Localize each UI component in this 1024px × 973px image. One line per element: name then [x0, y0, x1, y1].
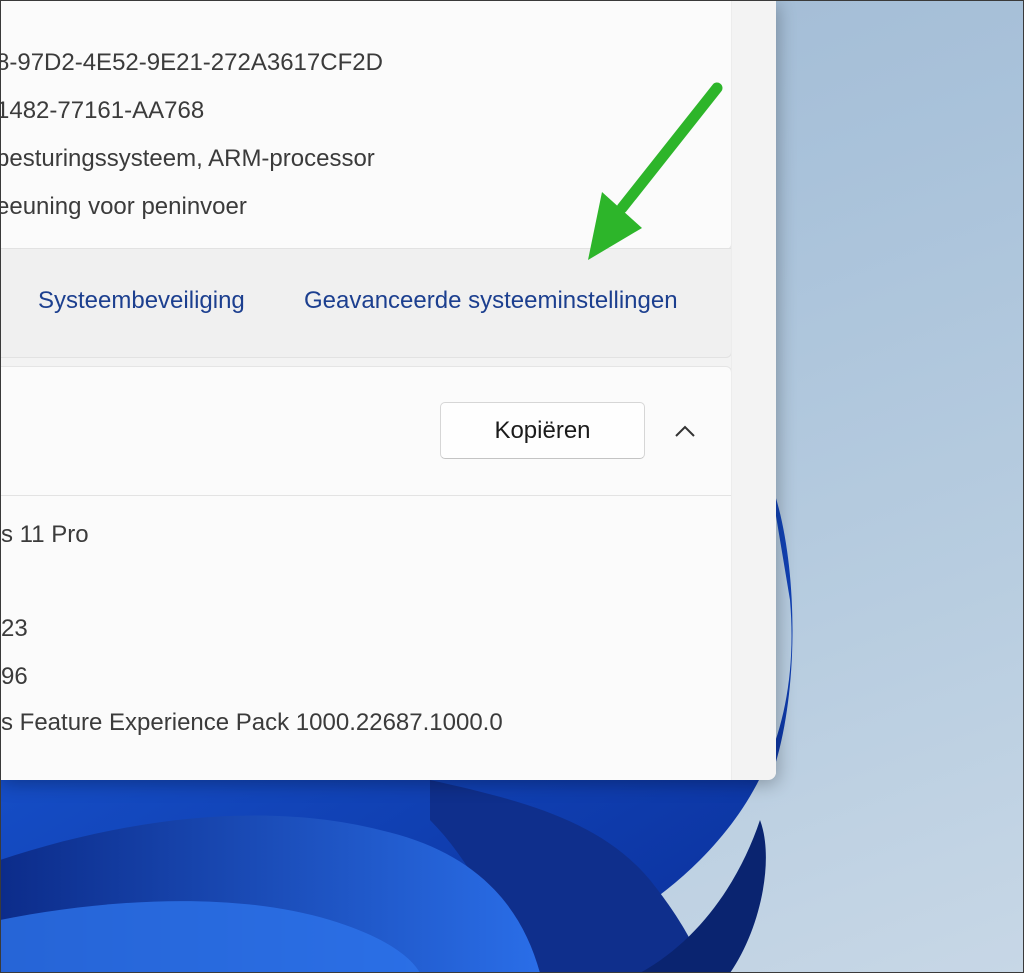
chevron-up-icon[interactable] [665, 413, 705, 449]
spec-line-installed-on: 23 [1, 615, 28, 642]
windows-specifications-card: Kopiëren s 11 Pro 23 96 s Feature Experi… [0, 366, 732, 780]
pointer-arrow-icon [588, 82, 723, 260]
advanced-system-settings-link[interactable]: Geavanceerde systeeminstellingen [304, 287, 678, 315]
spec-line-edition: s 11 Pro [1, 521, 89, 548]
spec-line-device-id: 8-97D2-4E52-9E21-272A3617CF2D [0, 49, 383, 76]
spec-line-experience: s Feature Experience Pack 1000.22687.100… [1, 709, 503, 736]
windows-specifications-header[interactable]: Kopiëren [0, 367, 731, 496]
copy-button[interactable]: Kopiëren [440, 402, 645, 459]
spec-line-product-id: 1482-77161-AA768 [0, 97, 205, 124]
spec-line-os-build: 96 [1, 663, 28, 690]
scrollbar-rail[interactable] [731, 0, 776, 780]
spec-line-pen-touch: eeuning voor peninvoer [0, 193, 247, 220]
spec-line-system-type: besturingssysteem, ARM-processor [0, 145, 375, 172]
system-protection-link[interactable]: Systeembeveiliging [38, 287, 245, 315]
